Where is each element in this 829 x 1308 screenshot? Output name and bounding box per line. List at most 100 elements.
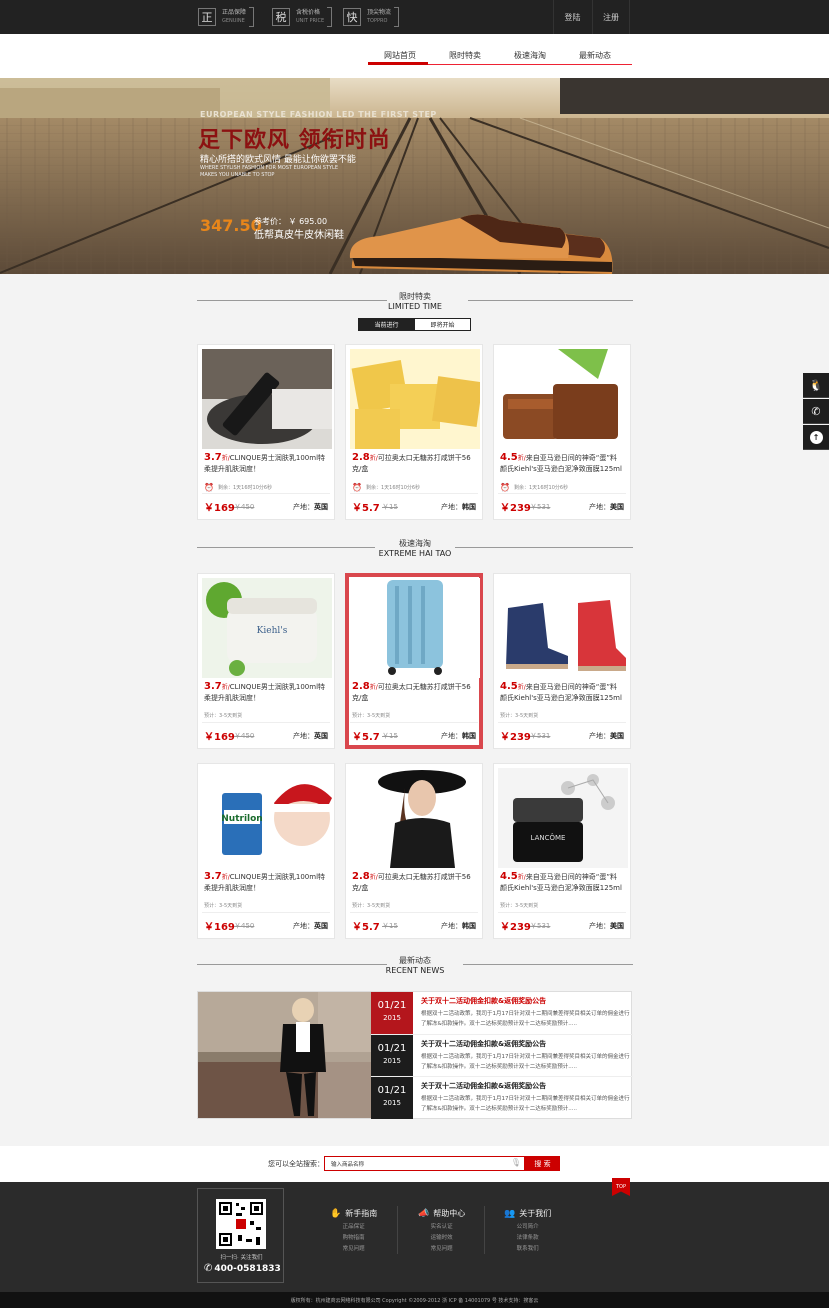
footer-link[interactable]: 正品保证 [330, 1222, 377, 1230]
tab-current[interactable]: 当前进行 [358, 318, 415, 331]
product-title: 4.5折/来自亚马逊日间的神奇“蛋”料 颜氏Kiehl's亚马逊白泥净致面膜12… [500, 871, 622, 893]
footer-link[interactable]: 常见问题 [330, 1244, 377, 1252]
svg-text:Nutrilon: Nutrilon [221, 814, 262, 824]
product-title: 4.5折/来自亚马逊日间的神奇“蛋”料 颜氏Kiehl's亚马逊白泥净致面膜12… [500, 452, 622, 474]
phone-icon: ✆ [811, 404, 821, 418]
footer: TOP 扫一扫· 关注我们 ✆ 400-0581833 ✋ 新手指南 正品保证 购物… [0, 1178, 829, 1292]
nav-limited-sale[interactable]: 限时特卖 [449, 50, 481, 61]
product-price: ￥239 [500, 503, 531, 514]
product-title: 2.8折/可拉奥太口无糖苏打咸饼干56克/盒 [352, 452, 471, 474]
hero-banner[interactable]: EUROPEAN STYLE FASHION LED THE FIRST STE… [0, 78, 829, 274]
product-card-highlighted[interactable]: 2.8折/可拉奥太口无糖苏打咸饼干56克/盒 预计：3-5天到货 ￥5.7 ￥1… [345, 573, 483, 749]
product-old-price: ￥450 [234, 503, 255, 511]
footer-link[interactable]: 运输时效 [418, 1233, 465, 1241]
footer-link[interactable]: 法律条款 [504, 1233, 551, 1241]
register-link[interactable]: 注册 [592, 0, 630, 34]
badge-label: 顶尖物流 [367, 9, 392, 16]
footer-col-about: 👥 关于我们 公司简介 法律条款 联系我们 [504, 1208, 552, 1253]
news-desc: 根据双十二活动政策，我司于1月17日针对双十二期间兼差得奖目相关订单的佣金进行了… [421, 1054, 630, 1070]
microphone-icon[interactable]: 🎙 [511, 1158, 521, 1167]
news-desc: 根据双十二活动政策，我司于1月17日针对双十二期间兼差得奖目相关订单的佣金进行了… [421, 1011, 630, 1027]
footer-link[interactable]: 购物指南 [330, 1233, 377, 1241]
search-button[interactable]: 搜 索 [525, 1156, 560, 1171]
nav-haitao[interactable]: 极速海淘 [514, 50, 546, 61]
product-image [498, 349, 628, 449]
product-old-price: ￥531 [530, 732, 551, 740]
product-title: 4.5折/来自亚马逊日间的神奇“蛋”料 颜氏Kiehl's亚马逊白泥净致面膜12… [500, 681, 622, 703]
product-origin: 产地：韩国 [441, 732, 476, 740]
hands-icon: ✋ [330, 1208, 342, 1219]
footer-col-guide: ✋ 新手指南 正品保证 购物指南 常见问题 [330, 1208, 378, 1253]
product-card[interactable]: 2.8折/可拉奥太口无糖苏打咸饼干56克/盒 预计：3-5天到货 ￥5.7 ￥1… [345, 763, 483, 939]
tab-upcoming[interactable]: 即将开始 [414, 318, 471, 331]
product-card[interactable]: 4.5折/来自亚马逊日间的神奇“蛋”料 颜氏Kiehl's亚马逊白泥净致面膜12… [493, 573, 631, 749]
product-price: ￥5.7 [352, 922, 380, 933]
footer-link[interactable]: 公司简介 [504, 1222, 551, 1230]
product-old-price: ￥531 [530, 922, 551, 930]
product-title: 3.7折/CLINQUE男士润肤乳100ml特柔提升肌肤润度！ [204, 452, 326, 474]
news-date: 01/21 2015 [371, 1035, 413, 1077]
banner-price: 347.50 [200, 216, 262, 235]
banner-title: 足下欧风 领衔时尚 [198, 128, 391, 153]
product-image [202, 349, 332, 449]
product-card[interactable]: 2.8折/可拉奥太口无糖苏打咸饼干56克/盒 ⏰ 剩余：1天16时10分6秒 ￥5… [345, 344, 483, 520]
main-nav: 网站首页 限时特卖 极速海淘 最新动态 [0, 34, 829, 78]
product-image: Nutrilon [202, 768, 332, 868]
qr-caption: 扫一扫· 关注我们 [220, 1255, 263, 1261]
product-origin: 产地：英国 [293, 503, 328, 511]
product-image [350, 349, 480, 449]
delivery-estimate: 预计：3-5天到货 [204, 713, 243, 719]
product-card[interactable]: 4.5折/来自亚马逊日间的神奇“蛋”料 颜氏Kiehl's亚马逊白泥净致面膜12… [493, 344, 631, 520]
megaphone-icon: 📣 [418, 1208, 430, 1219]
product-price: ￥5.7 [352, 503, 380, 514]
search-input[interactable]: 输入商品名称 🎙 [324, 1156, 525, 1171]
logistics-badge: 快 顶尖物流 TOPPRO [343, 7, 400, 27]
news-title[interactable]: 关于双十二活动佣金扣款&返佣奖励公告 [421, 996, 546, 1006]
product-title: 2.8折/可拉奥太口无糖苏打咸饼干56克/盒 [352, 871, 471, 893]
svg-text:Kiehl's: Kiehl's [257, 626, 288, 636]
product-price: ￥5.7 [352, 732, 380, 743]
footer-divider [484, 1206, 485, 1254]
section-title-en: LIMITED TIME [388, 302, 442, 311]
news-date: 01/21 2015 [371, 992, 413, 1034]
search-label: 您可以全站搜索： [268, 1160, 324, 1168]
product-price: ￥169 [204, 922, 235, 933]
banner-en-sub2: MAKES YOU UNABLE TO STOP [200, 172, 275, 178]
site-search-row: 您可以全站搜索： 输入商品名称 🎙 搜 索 [0, 1146, 829, 1182]
banner-product-name: 低帮真皮牛皮休闲鞋 [254, 230, 344, 241]
phone-button[interactable]: ✆ [803, 399, 829, 424]
banner-background [0, 78, 829, 274]
footer-link[interactable]: 联系我们 [504, 1244, 551, 1252]
product-price: ￥239 [500, 732, 531, 743]
product-card[interactable]: 3.7折/CLINQUE男士润肤乳100ml特柔提升肌肤润度！ ⏰ 剩余：1天16… [197, 344, 335, 520]
alarm-clock-icon: ⏰ [204, 483, 214, 492]
product-origin: 产地：美国 [589, 732, 624, 740]
nav-home[interactable]: 网站首页 [384, 50, 416, 61]
back-to-top-tab[interactable]: TOP [612, 1178, 630, 1196]
product-card[interactable]: Kiehl's 3.7折/CLINQUE男士润肤乳100ml特柔提升肌肤润度！ … [197, 573, 335, 749]
news-title[interactable]: 关于双十二活动佣金扣款&返佣奖励公告 [421, 1039, 546, 1049]
footer-link[interactable]: 实名认证 [418, 1222, 465, 1230]
news-item[interactable]: 01/21 2015 关于双十二活动佣金扣款&返佣奖励公告 根据双十二活动政策，我… [371, 1076, 633, 1119]
product-origin: 产地：韩国 [441, 922, 476, 930]
phone-icon: ✆ [204, 1263, 213, 1274]
news-title[interactable]: 关于双十二活动佣金扣款&返佣奖励公告 [421, 1081, 546, 1091]
arrow-up-icon: ↑ [809, 430, 823, 444]
countdown: ⏰ 剩余：1天16时10分6秒 [500, 483, 569, 492]
product-card[interactable]: Nutrilon 3.7折/CLINQUE男士润肤乳100ml特柔提升肌肤润度！… [197, 763, 335, 939]
genuine-badge: 正 正品保障 GENUINE [198, 7, 255, 27]
product-old-price: ￥450 [234, 732, 255, 740]
footer-divider [397, 1206, 398, 1254]
nav-news[interactable]: 最新动态 [579, 50, 611, 61]
qq-chat-button[interactable]: 🐧 [803, 373, 829, 398]
news-item[interactable]: 01/21 2015 关于双十二活动佣金扣款&返佣奖励公告 根据双十二活动政策，我… [371, 992, 633, 1034]
top-bar: 正 正品保障 GENUINE 税 含税价格 UNIT PRICE 快 顶尖物流 TOP… [0, 0, 829, 34]
footer-link[interactable]: 常见问题 [418, 1244, 465, 1252]
news-item[interactable]: 01/21 2015 关于双十二活动佣金扣款&返佣奖励公告 根据双十二活动政策，我… [371, 1034, 633, 1077]
news-feature-image [198, 992, 371, 1118]
badge-en-label: GENUINE [222, 18, 245, 24]
product-card[interactable]: LANCÔME 4.5折/来自亚马逊日间的神奇“蛋”料 颜氏Kiehl's亚马逊… [493, 763, 631, 939]
login-link[interactable]: 登陆 [553, 0, 591, 34]
news-date: 01/21 2015 [371, 1077, 413, 1119]
scroll-top-button[interactable]: ↑ [803, 425, 829, 450]
